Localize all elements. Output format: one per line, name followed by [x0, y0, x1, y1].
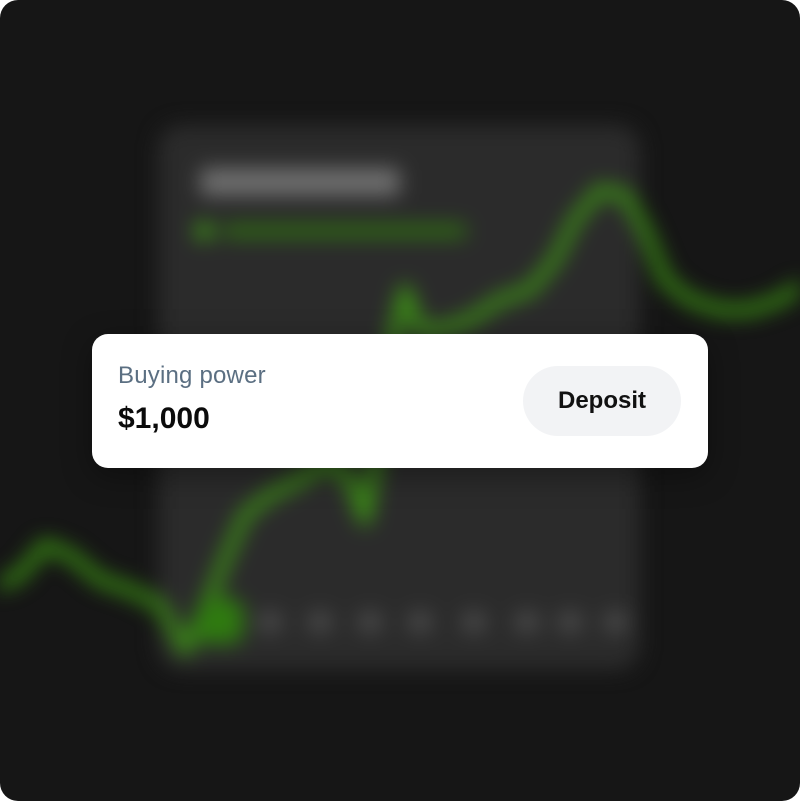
buying-power-value: $1,000	[118, 402, 210, 435]
background-range-active	[196, 598, 244, 644]
background-range-item	[462, 612, 486, 632]
background-range-item	[515, 612, 539, 632]
buying-power-card: Buying power $1,000 Deposit	[92, 334, 708, 468]
buying-power-label: Buying power	[118, 362, 266, 389]
background-range-item	[604, 612, 628, 632]
app-frame: Buying power $1,000 Deposit	[0, 0, 800, 801]
background-range-item	[358, 612, 382, 632]
background-range-item	[408, 612, 432, 632]
background-range-item	[558, 612, 582, 632]
background-range-item	[308, 612, 332, 632]
background-range-item	[258, 612, 282, 632]
deposit-button[interactable]: Deposit	[523, 366, 681, 436]
